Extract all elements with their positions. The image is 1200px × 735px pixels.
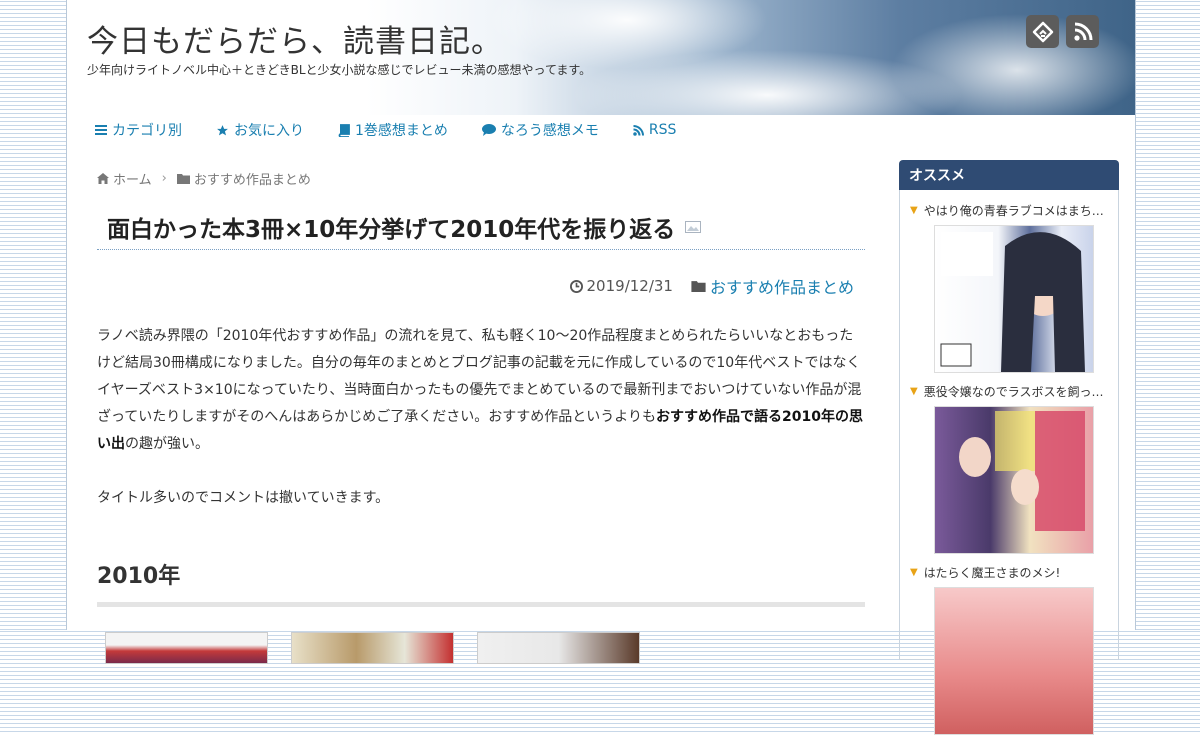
site-description: 少年向けライトノベル中心＋ときどきBLと少女小説な感じでレビュー未満の感想やって… — [87, 63, 592, 77]
home-icon — [97, 172, 109, 184]
star-icon — [217, 124, 228, 135]
recommend-item-label: やはり俺の青春ラブコメはまち… — [923, 204, 1104, 218]
nav-item-first-volume[interactable]: 1巻感想まとめ — [338, 115, 448, 145]
feedly-icon[interactable] — [1026, 15, 1059, 48]
recommend-item-label: はたらく魔王さまのメシ! — [923, 566, 1061, 580]
nav-label: 1巻感想まとめ — [355, 123, 448, 139]
site-title[interactable]: 今日もだらだら、読書日記。 — [87, 16, 503, 61]
triangle-down-icon: ▼ — [910, 567, 918, 578]
triangle-down-icon: ▼ — [910, 205, 918, 216]
sidebar: オススメ ▼ やはり俺の青春ラブコメはまち… ▼ 悪役令嬢なのでラスボスを飼っ… — [899, 160, 1119, 735]
chevron-right-icon: › — [161, 170, 167, 186]
nav-item-rss[interactable]: RSS — [633, 115, 677, 145]
paragraph-text: の趣が強い。 — [125, 436, 209, 452]
nav-label: なろう感想メモ — [500, 123, 599, 139]
folder-icon — [691, 281, 706, 292]
book-cover-image[interactable] — [105, 632, 268, 664]
main-content: ホーム › おすすめ作品まとめ 面白かった本3冊×10年分挙げて2010年代を振… — [97, 160, 865, 664]
book-cover-image[interactable] — [477, 632, 640, 664]
recommend-item[interactable]: ▼ やはり俺の青春ラブコメはまち… — [900, 202, 1118, 373]
nav-label: カテゴリ別 — [112, 123, 182, 139]
book-cover-image[interactable] — [934, 406, 1094, 554]
header-icons — [1026, 15, 1099, 48]
recommend-item-title[interactable]: ▼ やはり俺の青春ラブコメはまち… — [900, 202, 1118, 219]
post-category-link[interactable]: おすすめ作品まとめ — [710, 274, 854, 298]
nav-item-favorites[interactable]: お気に入り — [216, 115, 304, 145]
breadcrumb: ホーム › おすすめ作品まとめ — [97, 160, 865, 196]
book-thumbnails — [97, 632, 865, 664]
post-body: ラノベ読み界隈の「2010年代おすすめ作品」の流れを見て、私も軽く10〜20作品… — [97, 323, 865, 512]
book-cover-image[interactable] — [291, 632, 454, 664]
nav-label: RSS — [648, 122, 677, 138]
post-date-text: 2019/12/31 — [586, 277, 673, 295]
triangle-down-icon: ▼ — [910, 386, 918, 397]
global-nav: カテゴリ別 お気に入り 1巻感想まとめ なろう感想メモ RSS — [67, 115, 1135, 145]
clock-icon — [569, 279, 583, 293]
rss-icon — [633, 124, 644, 136]
list-icon — [95, 125, 107, 135]
breadcrumb-home[interactable]: ホーム — [97, 169, 152, 188]
recommend-item[interactable]: ▼ 悪役令嬢なのでラスボスを飼っ… — [900, 383, 1118, 554]
post-paragraph: ラノベ読み界隈の「2010年代おすすめ作品」の流れを見て、私も軽く10〜20作品… — [97, 323, 865, 458]
recommend-item[interactable]: ▼ はたらく魔王さまのメシ! — [900, 564, 1118, 735]
widget-title: オススメ — [899, 160, 1119, 190]
comment-icon — [481, 124, 496, 136]
section-heading: 2010年 — [97, 558, 865, 607]
page-container: 今日もだらだら、読書日記。 少年向けライトノベル中心＋ときどきBLと少女小説な感… — [66, 0, 1136, 735]
site-header: 今日もだらだら、読書日記。 少年向けライトノベル中心＋ときどきBLと少女小説な感… — [67, 0, 1135, 115]
post-paragraph: タイトル多いのでコメントは撤いていきます。 — [97, 490, 390, 506]
rss-icon[interactable] — [1066, 15, 1099, 48]
recommend-item-label: 悪役令嬢なのでラスボスを飼っ… — [923, 385, 1104, 399]
nav-label: お気に入り — [234, 123, 304, 139]
book-cover-image[interactable] — [934, 587, 1094, 735]
image-icon — [685, 221, 702, 233]
nav-item-category[interactable]: カテゴリ別 — [95, 115, 182, 145]
breadcrumb-home-label: ホーム — [113, 172, 152, 188]
recommend-item-title[interactable]: ▼ はたらく魔王さまのメシ! — [900, 564, 1118, 581]
folder-icon — [176, 173, 190, 184]
post-title-text: 面白かった本3冊×10年分挙げて2010年代を振り返る — [107, 217, 676, 243]
post-category[interactable]: おすすめ作品まとめ — [691, 274, 854, 298]
nav-item-narou[interactable]: なろう感想メモ — [481, 115, 599, 145]
recommend-widget: ▼ やはり俺の青春ラブコメはまち… ▼ 悪役令嬢なのでラスボスを飼っ… ▼ はた… — [899, 190, 1119, 735]
post-meta: 2019/12/31 おすすめ作品まとめ — [97, 274, 865, 298]
book-icon — [338, 123, 350, 137]
book-cover-image[interactable] — [934, 225, 1094, 373]
post-date: 2019/12/31 — [569, 277, 673, 295]
breadcrumb-category[interactable]: おすすめ作品まとめ — [176, 169, 311, 188]
breadcrumb-category-label: おすすめ作品まとめ — [193, 172, 311, 188]
recommend-item-title[interactable]: ▼ 悪役令嬢なのでラスボスを飼っ… — [900, 383, 1118, 400]
post-title: 面白かった本3冊×10年分挙げて2010年代を振り返る — [97, 210, 865, 250]
